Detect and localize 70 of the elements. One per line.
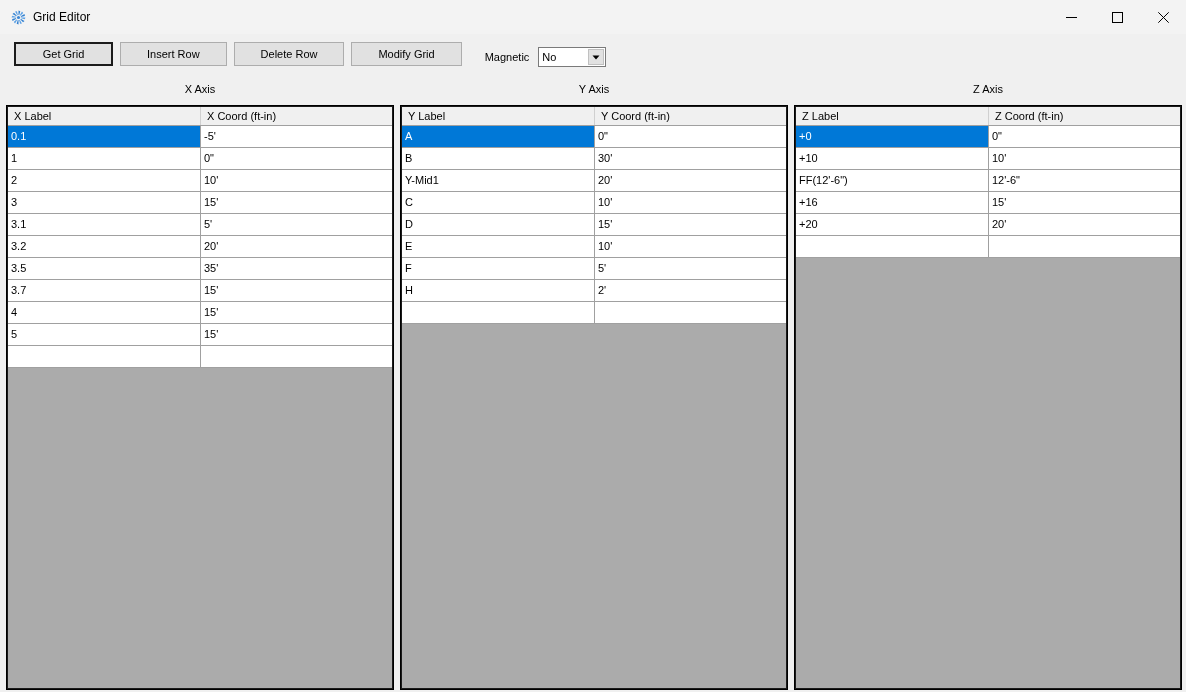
table-cell[interactable]: 5' [595, 258, 786, 280]
axis-title: Z Axis [973, 82, 1003, 96]
table-cell[interactable]: H [402, 280, 595, 302]
table-cell[interactable]: 3.5 [8, 258, 201, 280]
table-cell[interactable]: 10' [595, 192, 786, 214]
table-cell[interactable]: B [402, 148, 595, 170]
table-cell[interactable]: Y-Mid1 [402, 170, 595, 192]
table-cell[interactable]: E [402, 236, 595, 258]
table-cell[interactable]: 10' [989, 148, 1180, 170]
toolbar-button[interactable]: Insert Row [120, 42, 227, 66]
table-cell[interactable]: FF(12'-6") [796, 170, 989, 192]
table-cell[interactable]: +10 [796, 148, 989, 170]
new-row[interactable] [402, 302, 786, 324]
table-cell[interactable]: 20' [989, 214, 1180, 236]
table-cell[interactable]: 2 [8, 170, 201, 192]
gear-icon [11, 9, 26, 25]
minimize-icon [1065, 16, 1077, 18]
table-cell[interactable]: -5' [201, 126, 392, 148]
toolbar-button[interactable]: Get Grid [14, 42, 113, 66]
table-cell[interactable]: 15' [201, 280, 392, 302]
table-cell[interactable]: 1 [8, 148, 201, 170]
table-cell[interactable]: +16 [796, 192, 989, 214]
column-header[interactable]: Z Label [796, 107, 989, 125]
table-cell[interactable]: 4 [8, 302, 201, 324]
table-cell[interactable]: 5' [201, 214, 392, 236]
table-cell[interactable]: A [402, 126, 595, 148]
table-cell[interactable]: F [402, 258, 595, 280]
table-cell[interactable]: 5 [8, 324, 201, 346]
column-header[interactable]: X Coord (ft-in) [201, 107, 392, 125]
table-cell[interactable]: 0" [595, 126, 786, 148]
axis-title: Y Axis [578, 82, 610, 96]
table-cell[interactable]: 2' [595, 280, 786, 302]
new-row[interactable] [796, 236, 1180, 258]
close-icon [1157, 11, 1169, 23]
magnetic-label: Magnetic [484, 51, 530, 63]
new-row[interactable] [8, 346, 392, 368]
table-cell[interactable]: 3.2 [8, 236, 201, 258]
table-cell[interactable]: D [402, 214, 595, 236]
maximize-icon [1111, 11, 1123, 23]
toolbar-button[interactable]: Delete Row [233, 42, 345, 66]
table-cell[interactable]: 0.1 [8, 126, 201, 148]
table-cell[interactable]: 12'-6" [989, 170, 1180, 192]
column-header[interactable]: Z Coord (ft-in) [989, 107, 1180, 125]
column-header[interactable]: Y Label [402, 107, 595, 125]
column-header[interactable]: X Label [8, 107, 201, 125]
table-cell[interactable]: 30' [595, 148, 786, 170]
table-cell[interactable]: 0" [989, 126, 1180, 148]
table-cell[interactable]: +20 [796, 214, 989, 236]
table-cell[interactable]: 35' [201, 258, 392, 280]
toolbar-button[interactable]: Modify Grid [351, 42, 462, 66]
magnetic-dropdown[interactable]: No [538, 47, 607, 67]
column-header[interactable]: Y Coord (ft-in) [595, 107, 786, 125]
table-cell[interactable]: 20' [201, 236, 392, 258]
caret-icon [588, 49, 605, 65]
table-cell[interactable]: 3.1 [8, 214, 201, 236]
table-cell[interactable]: 15' [595, 214, 786, 236]
table-cell[interactable]: 15' [989, 192, 1180, 214]
axis-title: X Axis [184, 82, 216, 96]
table-cell[interactable]: 3 [8, 192, 201, 214]
table-cell[interactable]: 0" [201, 148, 392, 170]
table-cell[interactable]: 15' [201, 302, 392, 324]
table-cell[interactable]: +0 [796, 126, 989, 148]
table-cell[interactable]: 15' [201, 192, 392, 214]
window-title: Grid Editor [33, 10, 91, 24]
table-cell[interactable]: C [402, 192, 595, 214]
table-cell[interactable]: 3.7 [8, 280, 201, 302]
table-cell[interactable]: 10' [595, 236, 786, 258]
table-cell[interactable]: 15' [201, 324, 392, 346]
table-cell[interactable]: 10' [201, 170, 392, 192]
table-cell[interactable]: 20' [595, 170, 786, 192]
